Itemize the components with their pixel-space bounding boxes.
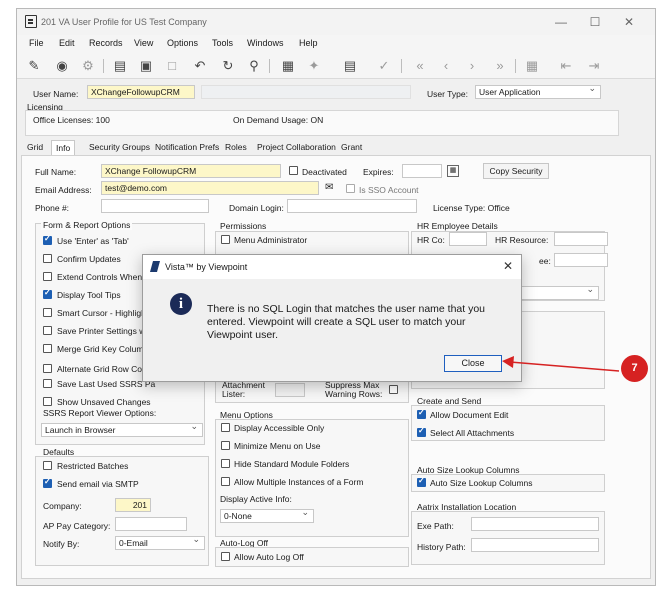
- step-badge: 7: [621, 355, 648, 382]
- annotation-overlay: [502, 356, 620, 372]
- annotation-arrow-line: [509, 361, 620, 372]
- annotation-arrow-head: [502, 356, 514, 368]
